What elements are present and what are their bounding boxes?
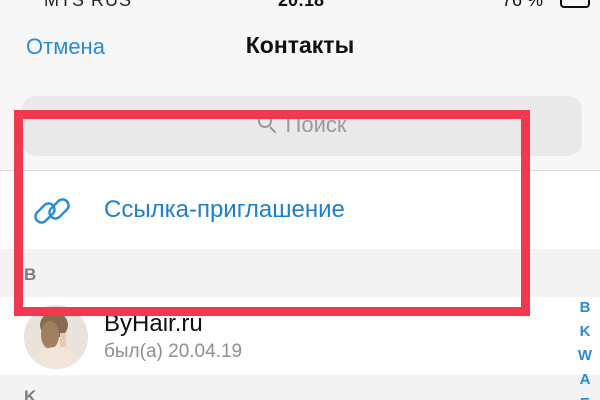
section-letter: K: [24, 387, 37, 400]
carrier-label: MTS RUS: [44, 0, 132, 10]
navigation-bar: Отмена Контакты: [0, 14, 600, 86]
section-letter: B: [24, 265, 37, 284]
avatar: [24, 305, 88, 369]
link-icon: [34, 198, 70, 224]
invite-link-label: Ссылка-приглашение: [104, 196, 345, 223]
search-icon: [257, 114, 278, 134]
section-header-b: B: [0, 249, 600, 297]
search-input[interactable]: Поиск: [22, 96, 582, 156]
contact-name: ByHair.ru: [104, 310, 203, 337]
search-placeholder-wrap: Поиск: [22, 112, 582, 138]
section-header-k: K: [0, 375, 600, 400]
page-title: Контакты: [245, 32, 355, 58]
status-time: 20:18: [278, 0, 325, 10]
index-letter[interactable]: W: [574, 344, 596, 368]
contacts-screen: MTS RUS 20:18 76 % Отмена Контакты Поиск…: [0, 0, 600, 400]
index-letter[interactable]: B: [574, 296, 596, 320]
alphabet-index[interactable]: B K W A E: [574, 296, 596, 400]
index-letter[interactable]: K: [574, 320, 596, 344]
search-placeholder: Поиск: [285, 112, 347, 137]
status-bar: MTS RUS 20:18 76 %: [0, 0, 600, 14]
battery-percent: 76 %: [502, 0, 544, 10]
avatar-photo: [24, 305, 88, 369]
invite-link-row[interactable]: Ссылка-приглашение: [0, 171, 600, 249]
contact-row[interactable]: ByHair.ru был(а) 20.04.19: [0, 297, 600, 375]
contact-last-seen: был(а) 20.04.19: [104, 341, 243, 362]
battery-icon: [560, 0, 590, 8]
search-area: Поиск: [0, 86, 600, 171]
index-letter[interactable]: A: [574, 368, 596, 392]
index-letter[interactable]: E: [574, 392, 596, 400]
